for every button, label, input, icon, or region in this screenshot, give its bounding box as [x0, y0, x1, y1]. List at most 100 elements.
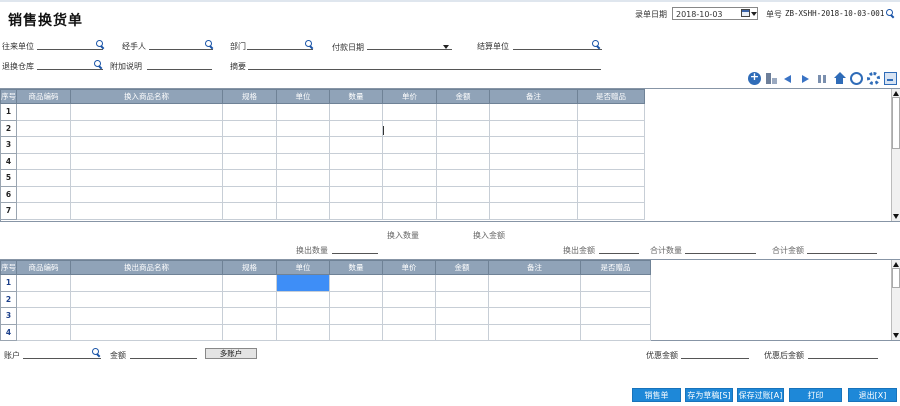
grid-cell[interactable] [577, 152, 645, 170]
column-header[interactable]: 备注 [488, 260, 581, 275]
grid-cell[interactable] [382, 290, 436, 308]
column-header[interactable]: 单价 [382, 260, 436, 275]
grid-cell[interactable] [276, 119, 330, 137]
table-row[interactable]: 5 [0, 169, 645, 187]
grid-cell[interactable] [70, 202, 223, 220]
refresh-icon[interactable] [850, 72, 863, 85]
grid-cell[interactable] [222, 274, 277, 292]
amount-input[interactable] [130, 349, 197, 359]
grid-cell[interactable] [16, 169, 71, 187]
dept-input[interactable] [247, 40, 313, 50]
grid-cell[interactable] [16, 119, 71, 137]
grid-cell[interactable] [222, 323, 277, 341]
grid-cell[interactable] [435, 290, 489, 308]
grid-cell[interactable] [329, 323, 383, 341]
handler-input[interactable] [149, 40, 213, 50]
multi-account-button[interactable]: 多账户 [205, 348, 257, 359]
grid-cell[interactable] [222, 307, 277, 325]
grid-cell[interactable] [222, 103, 277, 121]
grid-cell[interactable] [382, 185, 437, 203]
orderno-search-icon[interactable] [886, 9, 895, 18]
grid-cell[interactable] [16, 152, 71, 170]
grid-cell[interactable] [16, 307, 71, 325]
grid-cell[interactable] [329, 290, 383, 308]
grid-cell[interactable] [222, 169, 277, 187]
grid-cell[interactable] [382, 169, 437, 187]
column-header[interactable]: 金额 [436, 89, 490, 104]
grid-cell[interactable] [489, 169, 578, 187]
save-post-button[interactable]: 保存过账[A] [737, 388, 784, 402]
grid-cell[interactable] [16, 202, 71, 220]
column-header[interactable]: 单价 [382, 89, 437, 104]
table-row[interactable]: 3 [0, 136, 645, 154]
column-header[interactable]: 序号 [0, 89, 17, 104]
grid-cell[interactable] [222, 290, 277, 308]
column-header[interactable]: 商品编码 [16, 260, 71, 275]
grid-cell[interactable] [70, 152, 223, 170]
grid-cell[interactable] [436, 103, 490, 121]
account-input[interactable] [23, 349, 101, 359]
grid-cell[interactable] [577, 185, 645, 203]
table-row[interactable]: 1 [0, 103, 645, 121]
chevron-down-icon[interactable] [443, 45, 449, 49]
grid-cell[interactable] [70, 290, 223, 308]
grid-cell[interactable] [435, 274, 489, 292]
column-header[interactable]: 单位 [276, 260, 330, 275]
grid-cell[interactable] [436, 152, 490, 170]
table-row[interactable]: 2 [0, 290, 651, 308]
grid-cell[interactable] [577, 119, 645, 137]
warehouse-search-icon[interactable] [94, 60, 103, 69]
grid-cell[interactable] [488, 307, 581, 325]
scroll-down-icon[interactable] [893, 214, 899, 219]
table-row[interactable]: 4 [0, 323, 651, 341]
pay-date-input[interactable] [367, 40, 452, 50]
partner-search-icon[interactable] [96, 40, 105, 49]
in-grid-scrollbar[interactable] [891, 89, 900, 221]
grid-cell[interactable] [276, 202, 330, 220]
grid-cell[interactable] [276, 323, 330, 341]
save-draft-button[interactable]: 存为草稿[S] [685, 388, 733, 402]
grid-cell[interactable] [329, 119, 383, 137]
column-header[interactable]: 规格 [222, 89, 277, 104]
grid-cell[interactable] [382, 307, 436, 325]
scroll-thumb[interactable] [892, 97, 900, 149]
out-grid-scrollbar[interactable] [891, 260, 900, 340]
building-icon[interactable] [765, 72, 778, 85]
grid-cell[interactable] [329, 307, 383, 325]
grid-cell[interactable] [329, 274, 383, 292]
grid-cell[interactable] [222, 152, 277, 170]
scroll-down-icon[interactable] [893, 333, 899, 338]
grid-cell[interactable] [16, 274, 71, 292]
exit-button[interactable]: 退出[X] [848, 388, 897, 402]
print-button[interactable]: 打印 [789, 388, 842, 402]
grid-cell[interactable] [276, 169, 330, 187]
handler-search-icon[interactable] [205, 40, 214, 49]
column-header[interactable]: 商品编码 [16, 89, 71, 104]
grid-cell[interactable] [382, 136, 437, 154]
column-header[interactable]: 数量 [329, 89, 383, 104]
grid-cell[interactable] [489, 119, 578, 137]
grid-cell[interactable] [382, 202, 437, 220]
grid-cell[interactable] [382, 103, 437, 121]
grid-cell[interactable] [489, 185, 578, 203]
add-icon[interactable] [748, 70, 761, 85]
grid-cell[interactable] [222, 136, 277, 154]
grid-cell[interactable] [577, 202, 645, 220]
grid-cell[interactable] [489, 152, 578, 170]
grid-cell[interactable] [276, 307, 330, 325]
column-header[interactable]: 规格 [222, 260, 277, 275]
column-header[interactable]: 是否赠品 [580, 260, 651, 275]
grid-cell[interactable] [580, 290, 651, 308]
grid-cell[interactable] [276, 152, 330, 170]
grid-cell[interactable] [329, 103, 383, 121]
grid-cell[interactable] [70, 307, 223, 325]
grid-cell[interactable] [276, 290, 330, 308]
partner-input[interactable] [37, 40, 103, 50]
dept-search-icon[interactable] [305, 40, 314, 49]
summary-input[interactable] [248, 60, 601, 70]
grid-cell[interactable] [222, 119, 277, 137]
grid-cell[interactable] [70, 103, 223, 121]
column-header[interactable]: 数量 [329, 260, 383, 275]
column-header[interactable]: 序号 [0, 260, 17, 275]
table-row[interactable]: 1 [0, 274, 651, 292]
